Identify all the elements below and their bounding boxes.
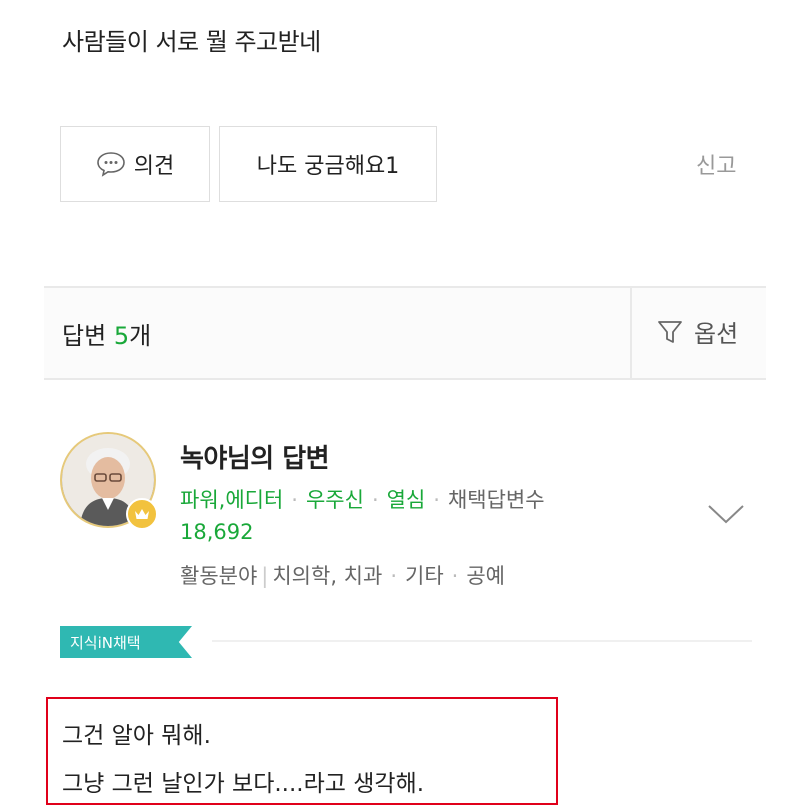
adopted-answers-count: 18,692 (180, 520, 254, 544)
opinion-label: 의견 (133, 154, 175, 179)
answer-count-unit: 개 (129, 322, 152, 350)
filter-icon (658, 320, 682, 343)
speech-bubble-icon (96, 152, 125, 177)
activity-field-3: 공예 (466, 564, 505, 588)
activity-field-2: 기타 (405, 564, 444, 588)
opinion-button[interactable]: 의견 (60, 126, 210, 202)
answer-label: 답변 (62, 322, 107, 350)
badge-power-editor: 파워,에디터 (180, 488, 284, 512)
report-link[interactable]: 신고 (696, 148, 736, 180)
badge-activity: 열심 (386, 488, 426, 512)
answer-count-number: 5 (113, 322, 130, 350)
answer-count-bar: 답변 5개 옵션 (44, 286, 766, 380)
crown-badge-icon (126, 498, 158, 530)
author-badges: 파워,에디터 · 우주신 · 열심 · 채택답변수 18,692 (180, 488, 545, 544)
bar-divider (630, 288, 632, 378)
activity-field-label: 활동분야 (180, 564, 258, 588)
me-too-curious-label: 나도 궁금해요1 (256, 154, 400, 179)
author-avatar-wrap[interactable] (60, 432, 158, 530)
activity-field-1: 치의학, 치과 (272, 564, 383, 588)
answer-body-line-2: 그냥 그런 날인가 보다....라고 생각해. (62, 771, 425, 797)
activity-fields: 활동분야 | 치의학, 치과 · 기타 · 공예 (180, 564, 505, 588)
answer-body-line-1: 그건 알아 뭐해. (62, 723, 211, 749)
adopted-tag: 지식iN채택 (60, 626, 192, 658)
option-button[interactable]: 옵션 (656, 314, 738, 349)
answer-count: 답변 5개 (62, 316, 151, 351)
option-label: 옵션 (694, 320, 739, 348)
question-text: 사람들이 서로 뭘 주고받네 (62, 28, 321, 56)
me-too-curious-button[interactable]: 나도 궁금해요1 (219, 126, 437, 202)
adopted-answers-label: 채택답변수 (447, 488, 545, 512)
author-title[interactable]: 녹야님의 답변 (180, 438, 330, 475)
badge-level: 우주신 (305, 488, 364, 512)
tag-divider (212, 640, 752, 642)
chevron-down-icon[interactable] (706, 502, 746, 530)
